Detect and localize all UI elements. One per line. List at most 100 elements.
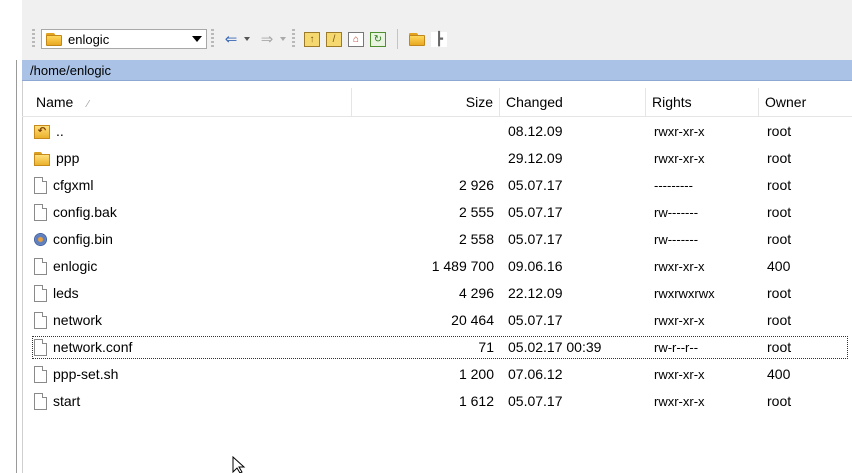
toolbar-row: enlogic ⇐ ⇒ ↑ / ⌂ ↻ ┣ [32,26,450,52]
file-row[interactable]: ppp 29.12.09 rwxr-xr-x root [22,145,852,172]
toolbar-grip[interactable] [292,29,295,49]
mouse-cursor-icon [232,456,246,473]
open-directory-button[interactable] [406,29,428,49]
file-changed: 08.12.09 [508,123,563,139]
column-owner-header[interactable]: Owner [759,88,852,116]
file-owner: root [767,339,792,355]
file-changed: 05.07.17 [508,393,563,409]
column-changed-header[interactable]: Changed [500,88,646,116]
folder-icon [34,151,50,166]
file-size: 1 612 [458,393,494,409]
file-name: config.bak [53,204,117,220]
file-row[interactable]: cfgxml 2 926 05.07.17 --------- root [22,172,852,199]
home-button[interactable]: ⌂ [345,29,367,49]
file-rights: rwxr-xr-x [654,394,705,409]
file-icon [34,366,47,383]
file-rights: rw-r--r-- [654,340,699,355]
file-size: 20 464 [451,312,494,328]
file-size: 2 555 [458,204,494,220]
file-owner: root [767,285,792,301]
file-icon [34,204,47,221]
root-folder-icon: / [326,31,342,47]
file-changed: 05.07.17 [508,177,563,193]
file-name: config.bin [53,231,113,247]
root-folder-button[interactable]: / [323,29,345,49]
file-name: ppp [56,150,80,166]
file-rights: rwxrwxrwx [654,286,715,301]
file-icon [34,312,47,329]
file-row-focused[interactable]: network.conf 71 05.02.17 00:39 rw-r--r--… [22,334,852,361]
file-size: 1 489 700 [431,258,494,274]
toolbar: enlogic ⇐ ⇒ ↑ / ⌂ ↻ ┣ [22,0,852,60]
column-name-label: Name [36,94,74,110]
back-arrow-icon[interactable]: ⇐ [220,29,242,49]
tree-view-button[interactable]: ┣ [428,29,450,49]
column-header: Name ⁄ Size Changed Rights Owner [22,88,852,117]
file-owner: root [767,312,792,328]
column-size-label: Size [465,94,493,110]
file-row[interactable]: start 1 612 05.07.17 rwxr-xr-x root [22,388,852,415]
file-icon [34,393,47,410]
file-size: 4 296 [458,285,494,301]
refresh-button[interactable]: ↻ [367,29,389,49]
forward-arrow-icon[interactable]: ⇒ [256,29,278,49]
column-changed-label: Changed [506,94,563,110]
parent-folder-icon: ↑ [304,31,320,47]
file-name: cfgxml [53,177,94,193]
file-row[interactable]: enlogic 1 489 700 09.06.16 rwxr-xr-x 400 [22,253,852,280]
file-changed: 29.12.09 [508,150,563,166]
file-size: 71 [478,339,494,355]
refresh-icon: ↻ [370,31,386,47]
file-changed: 05.07.17 [508,204,563,220]
file-name: enlogic [53,258,98,274]
forward-dropdown-icon[interactable] [280,37,286,41]
file-changed: 05.07.17 [508,231,563,247]
file-name: leds [53,285,79,301]
file-changed: 22.12.09 [508,285,563,301]
open-folder-icon [409,32,425,46]
column-size-header[interactable]: Size [352,88,500,116]
file-owner: 400 [767,366,791,382]
file-rights: rwxr-xr-x [654,367,705,382]
sort-ascending-icon: ⁄ [87,99,89,110]
file-owner: root [767,393,792,409]
toolbar-grip[interactable] [32,29,35,49]
file-owner: root [767,177,792,193]
file-row[interactable]: config.bak 2 555 05.07.17 rw------- root [22,199,852,226]
file-owner: root [767,150,792,166]
address-bar[interactable]: /home/enlogic [22,60,852,81]
file-row[interactable]: config.bin 2 558 05.07.17 rw------- root [22,226,852,253]
column-owner-label: Owner [765,94,807,110]
file-size: 2 558 [458,231,494,247]
file-row[interactable]: leds 4 296 22.12.09 rwxrwxrwx root [22,280,852,307]
parent-folder-button[interactable]: ↑ [301,29,323,49]
tree-icon: ┣ [431,31,447,47]
file-owner: root [767,204,792,220]
file-row[interactable]: ↶.. 08.12.09 rwxr-xr-x root [22,118,852,145]
file-changed: 07.06.12 [508,366,563,382]
column-rights-label: Rights [652,94,692,110]
location-combo[interactable]: enlogic [41,29,207,49]
file-icon [34,177,47,194]
column-name-header[interactable]: Name ⁄ [30,88,352,116]
file-icon [34,258,47,275]
file-owner: root [767,123,792,139]
file-row[interactable]: ppp-set.sh 1 200 07.06.12 rwxr-xr-x 400 [22,361,852,388]
file-row[interactable]: network 20 464 05.07.17 rwxr-xr-x root [22,307,852,334]
location-combo-value: enlogic [68,31,110,47]
file-changed: 05.07.17 [508,312,563,328]
chevron-down-icon[interactable] [192,36,202,42]
toolbar-grip[interactable] [211,29,214,49]
column-rights-header[interactable]: Rights [646,88,759,116]
file-size [352,145,494,172]
file-name: .. [56,123,64,139]
parent-dir-icon: ↶ [34,124,50,139]
file-rights: rwxr-xr-x [654,151,705,166]
file-size: 1 200 [458,366,494,382]
back-dropdown-icon[interactable] [244,37,250,41]
file-rights: rwxr-xr-x [654,124,705,139]
file-size [352,118,494,145]
file-list: ↶.. 08.12.09 rwxr-xr-x root ppp 29.12.09… [22,118,852,415]
file-rights: rw------- [654,205,699,220]
file-changed: 05.02.17 00:39 [508,339,602,355]
